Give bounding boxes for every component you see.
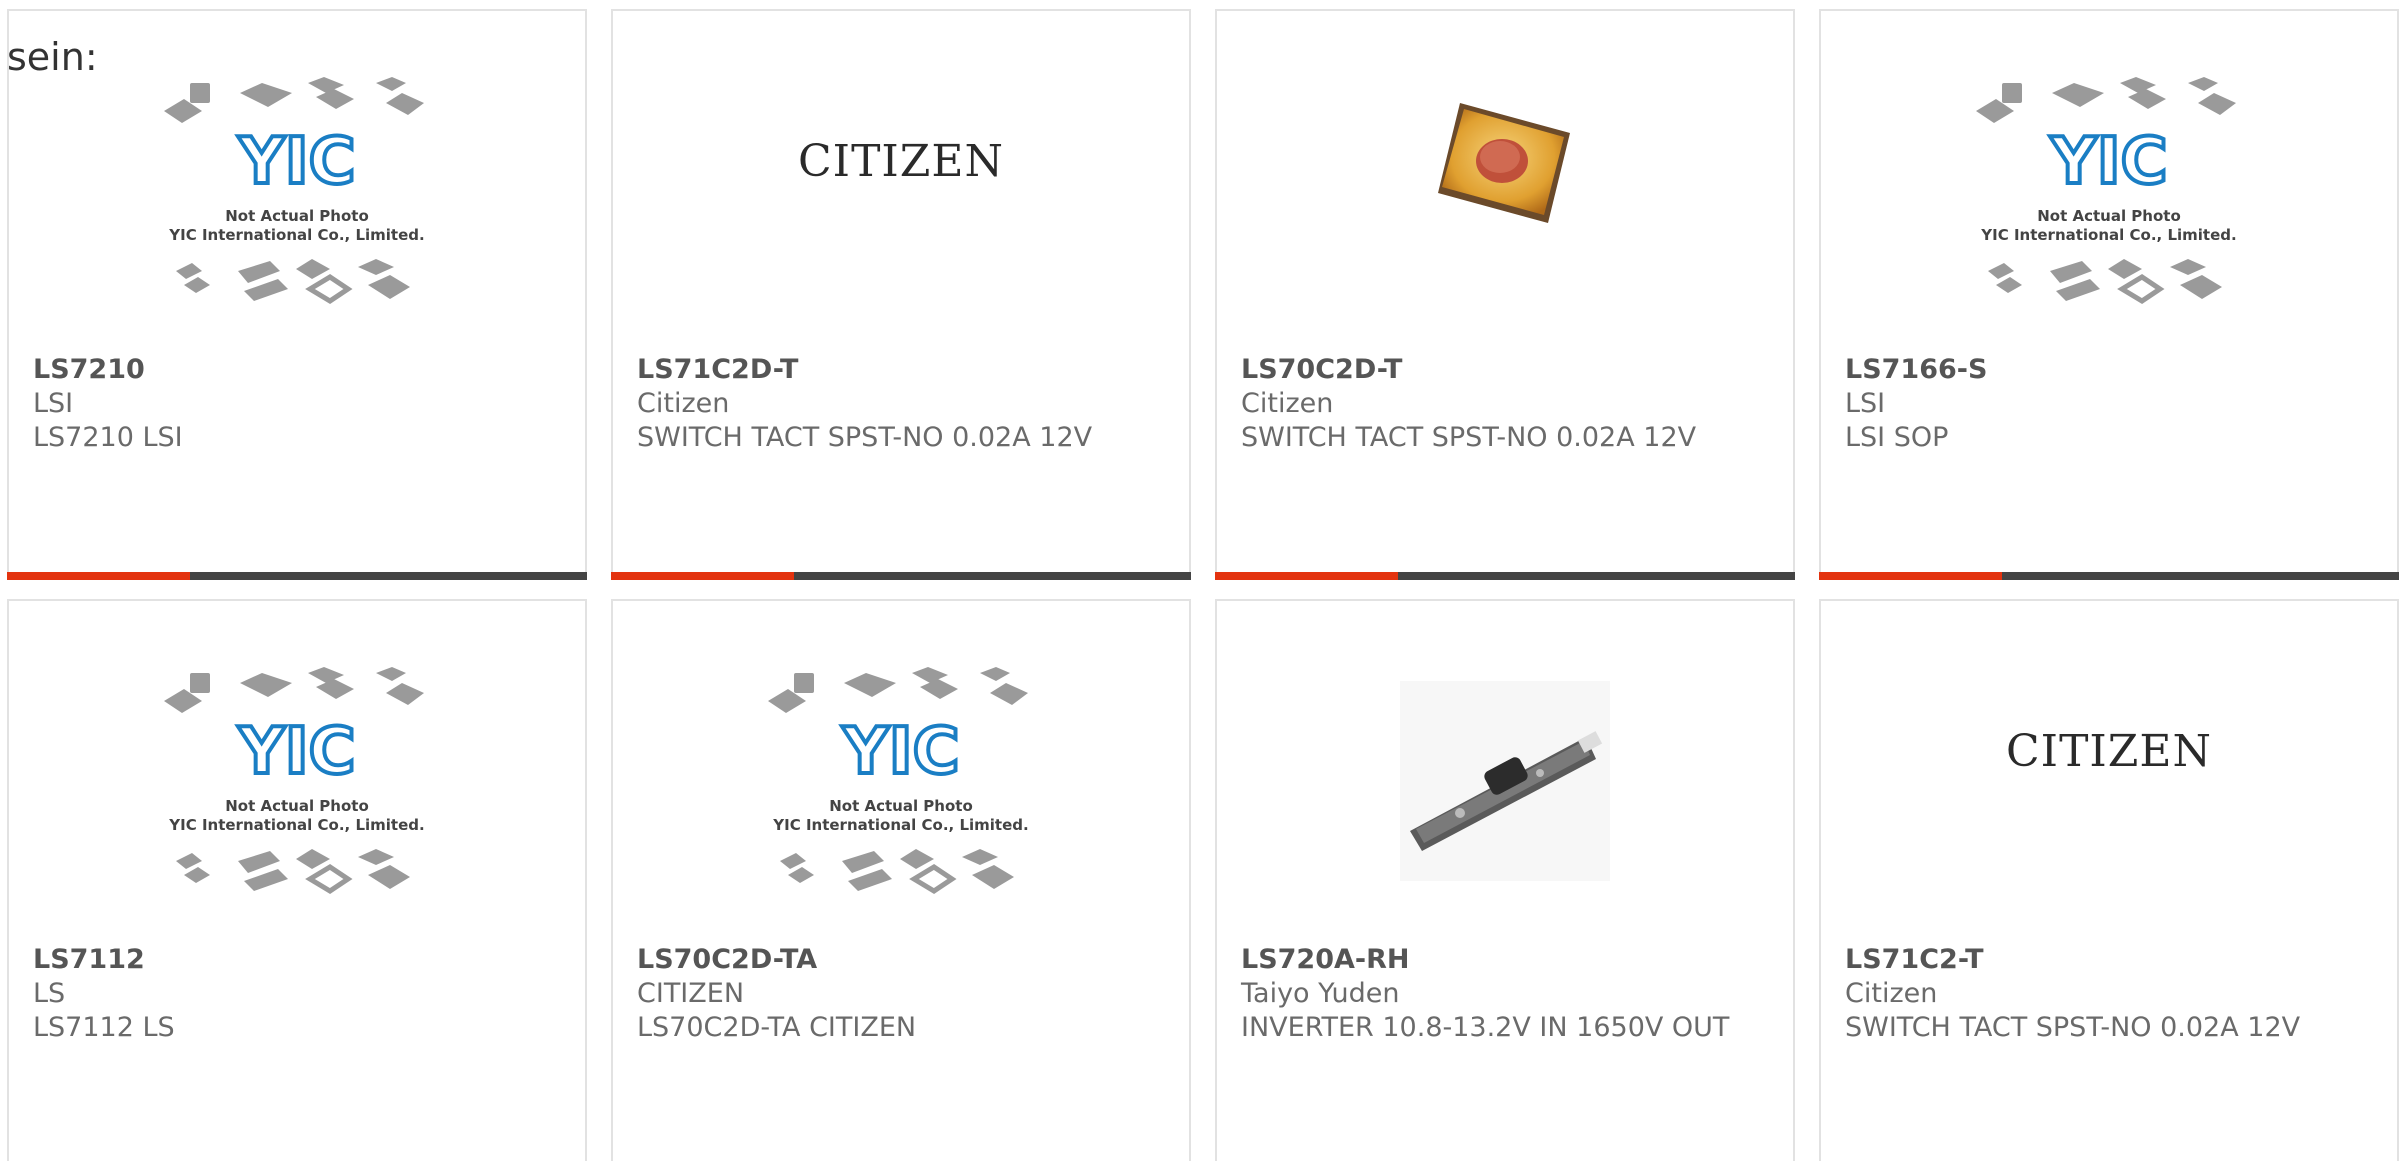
product-image[interactable] xyxy=(1217,11,1793,351)
manufacturer: CITIZEN xyxy=(637,978,745,1009)
product-card[interactable]: YIC Not Actual Photo YIC International C… xyxy=(611,599,1191,1161)
product-card[interactable]: CITIZEN LS71C2-T Citizen SWITCH TACT SPS… xyxy=(1819,599,2399,1161)
part-number-link[interactable]: LS720A-RH xyxy=(1241,943,1763,977)
yic-placeholder-image: YIC Not Actual Photo YIC International C… xyxy=(1976,77,2237,304)
product-image-placeholder[interactable]: YIC Not Actual Photo YIC International C… xyxy=(9,611,585,951)
product-info: LS7166-S LSI LSI SOP xyxy=(1845,353,2367,455)
product-info: LS71C2-T Citizen SWITCH TACT SPST-NO 0.0… xyxy=(1845,943,2367,1045)
card-bottom-bar xyxy=(1819,572,2399,580)
yic-logo-text: YIC xyxy=(237,715,355,789)
yic-logo-text: YIC xyxy=(841,715,959,789)
product-image[interactable]: CITIZEN xyxy=(1821,601,2397,941)
yic-placeholder-image: YIC Not Actual Photo YIC International C… xyxy=(768,667,1029,894)
product-info: LS70C2D-TA CITIZEN LS70C2D-TA CITIZEN xyxy=(637,943,1159,1045)
part-number-link[interactable]: LS70C2D-T xyxy=(1241,353,1763,387)
card-bar-accent xyxy=(611,572,794,580)
card-bottom-bar xyxy=(1215,572,1795,580)
product-card[interactable]: LS720A-RH Taiyo Yuden INVERTER 10.8-13.2… xyxy=(1215,599,1795,1161)
product-info: LS7210 LSI LS7210 LSI xyxy=(33,353,555,455)
manufacturer: LSI xyxy=(1845,388,1886,419)
description: SWITCH TACT SPST-NO 0.02A 12V xyxy=(637,422,1093,453)
card-bar-accent xyxy=(1819,572,2002,580)
card-bar-accent xyxy=(1215,572,1398,580)
card-bottom-bar xyxy=(7,572,587,580)
svg-text:YIC International Co., Limited: YIC International Co., Limited. xyxy=(1980,226,2236,244)
product-card[interactable]: YIC Not Actual Photo YIC International C… xyxy=(7,599,587,1161)
description: LS7210 LSI xyxy=(33,422,183,453)
part-number-link[interactable]: LS71C2-T xyxy=(1845,943,2367,977)
product-card[interactable]: CITIZEN LS71C2D-T Citizen SWITCH TACT SP… xyxy=(611,9,1191,580)
description: SWITCH TACT SPST-NO 0.02A 12V xyxy=(1241,422,1697,453)
part-number-link[interactable]: LS7166-S xyxy=(1845,353,2367,387)
svg-text:Not Actual Photo: Not Actual Photo xyxy=(2037,207,2181,225)
product-card[interactable]: YIC Not Actual Photo YIC International C… xyxy=(7,9,587,580)
product-image-placeholder[interactable]: YIC Not Actual Photo YIC International C… xyxy=(613,611,1189,951)
manufacturer: LS xyxy=(33,978,66,1009)
part-number-link[interactable]: LS70C2D-TA xyxy=(637,943,1159,977)
manufacturer: Citizen xyxy=(637,388,730,419)
manufacturer: LSI xyxy=(33,388,74,419)
yic-logo-text: YIC xyxy=(237,125,355,199)
svg-text:Not Actual Photo: Not Actual Photo xyxy=(829,797,973,815)
product-image[interactable] xyxy=(1217,601,1793,941)
product-image-placeholder[interactable]: YIC Not Actual Photo YIC International C… xyxy=(1821,21,2397,361)
description: LSI SOP xyxy=(1845,422,1949,453)
product-grid-page: sein: YIC Not Actual Photo YIC Internati… xyxy=(0,0,2400,1161)
page-heading-fragment: sein: xyxy=(7,35,98,79)
product-card[interactable]: YIC Not Actual Photo YIC International C… xyxy=(1819,9,2399,580)
manufacturer: Citizen xyxy=(1241,388,1334,419)
card-bottom-bar xyxy=(611,572,1191,580)
product-info: LS7112 LS LS7112 LS xyxy=(33,943,555,1045)
citizen-logo-image: CITIZEN xyxy=(798,135,1004,187)
manufacturer: Citizen xyxy=(1845,978,1938,1009)
svg-text:YIC International Co., Limited: YIC International Co., Limited. xyxy=(168,226,424,244)
product-info: LS71C2D-T Citizen SWITCH TACT SPST-NO 0.… xyxy=(637,353,1159,455)
description: LS7112 LS xyxy=(33,1012,175,1043)
svg-text:YIC International Co., Limited: YIC International Co., Limited. xyxy=(168,816,424,834)
description: SWITCH TACT SPST-NO 0.02A 12V xyxy=(1845,1012,2301,1043)
part-number-link[interactable]: LS7210 xyxy=(33,353,555,387)
yic-logo-text: YIC xyxy=(2049,125,2167,199)
tact-switch-photo xyxy=(1438,103,1570,223)
card-bar-accent xyxy=(7,572,190,580)
citizen-logo-image: CITIZEN xyxy=(2006,725,2212,777)
manufacturer: Taiyo Yuden xyxy=(1241,978,1400,1009)
product-info: LS70C2D-T Citizen SWITCH TACT SPST-NO 0.… xyxy=(1241,353,1763,455)
description: INVERTER 10.8-13.2V IN 1650V OUT xyxy=(1241,1012,1730,1043)
svg-text:YIC International Co., Limited: YIC International Co., Limited. xyxy=(772,816,1028,834)
part-number-link[interactable]: LS71C2D-T xyxy=(637,353,1159,387)
inverter-board-photo xyxy=(1400,681,1610,881)
description: LS70C2D-TA CITIZEN xyxy=(637,1012,917,1043)
product-image[interactable]: CITIZEN xyxy=(613,11,1189,351)
svg-text:Not Actual Photo: Not Actual Photo xyxy=(225,207,369,225)
product-info: LS720A-RH Taiyo Yuden INVERTER 10.8-13.2… xyxy=(1241,943,1763,1045)
yic-placeholder-image: YIC Not Actual Photo YIC International C… xyxy=(164,667,425,894)
yic-placeholder-image: YIC Not Actual Photo YIC International C… xyxy=(164,77,425,304)
svg-text:Not Actual Photo: Not Actual Photo xyxy=(225,797,369,815)
part-number-link[interactable]: LS7112 xyxy=(33,943,555,977)
product-card[interactable]: LS70C2D-T Citizen SWITCH TACT SPST-NO 0.… xyxy=(1215,9,1795,580)
